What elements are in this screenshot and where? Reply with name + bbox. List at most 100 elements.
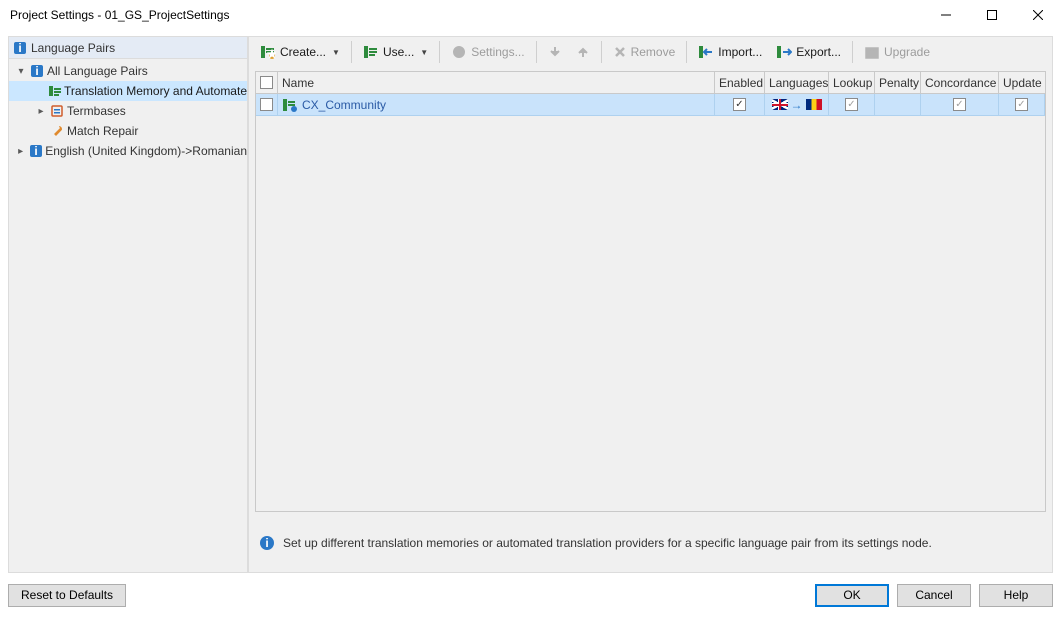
checkbox[interactable] (733, 98, 746, 111)
upgrade-button[interactable]: Upgrade (857, 39, 937, 65)
remove-button[interactable]: Remove (606, 39, 683, 65)
svg-text:i: i (265, 536, 268, 550)
info-text: Set up different translation memories or… (283, 536, 932, 550)
import-button[interactable]: Import... (691, 39, 769, 65)
twisty-icon[interactable]: ▸ (35, 106, 47, 117)
grid-header-row: Name Enabled Languages Lookup Penalty Co… (256, 72, 1045, 94)
row-lookup-cell[interactable] (829, 94, 875, 116)
button-label: Cancel (915, 588, 952, 602)
move-down-button[interactable] (541, 39, 569, 65)
toolbar: ★ Create... ▼ Use...▼ Settings... (249, 37, 1052, 67)
row-update-cell[interactable] (999, 94, 1045, 116)
tree-node-match-repair[interactable]: Match Repair (9, 121, 247, 141)
tree-label: All Language Pairs (47, 64, 148, 78)
arrow-right-icon: → (791, 98, 803, 112)
button-label: Use... (383, 45, 414, 59)
sidebar: i Language Pairs ▾ i All Language Pairs … (8, 36, 248, 573)
separator (439, 41, 440, 63)
col-lookup[interactable]: Lookup (829, 72, 875, 94)
svg-text:i: i (18, 41, 21, 55)
checkbox[interactable] (845, 98, 858, 111)
checkbox[interactable] (953, 98, 966, 111)
grid-row[interactable]: CX_Community → (256, 94, 1045, 116)
main-panel: ★ Create... ▼ Use...▼ Settings... (248, 36, 1053, 573)
button-label: Create... (280, 45, 326, 59)
tree-node-translation-memory[interactable]: Translation Memory and Automate (9, 81, 247, 101)
tree-label: Match Repair (67, 124, 138, 138)
svg-text:★: ★ (267, 47, 276, 60)
col-name[interactable]: Name (278, 72, 715, 94)
button-label: Upgrade (884, 45, 930, 59)
minimize-button[interactable] (923, 0, 969, 30)
termbase-icon (49, 103, 65, 119)
col-select-all[interactable] (256, 72, 278, 94)
checkbox[interactable] (260, 76, 273, 89)
chevron-down-icon: ▼ (330, 48, 340, 57)
tree-node-english-romanian[interactable]: ▸ i English (United Kingdom)->Romanian (9, 141, 247, 161)
lang-icon: i (28, 143, 43, 159)
use-button[interactable]: Use...▼ (356, 39, 435, 65)
twisty-icon[interactable]: ▾ (15, 66, 27, 77)
move-up-button[interactable] (569, 39, 597, 65)
tm-icon (48, 83, 62, 99)
button-label: Export... (796, 45, 841, 59)
checkbox[interactable] (1015, 98, 1028, 111)
import-icon (698, 44, 714, 60)
row-penalty-cell[interactable] (875, 94, 921, 116)
col-concordance[interactable]: Concordance (921, 72, 999, 94)
svg-text:i: i (35, 64, 38, 78)
col-penalty[interactable]: Penalty (875, 72, 921, 94)
export-button[interactable]: Export... (769, 39, 848, 65)
lang-icon: i (29, 63, 45, 79)
reset-defaults-button[interactable]: Reset to Defaults (8, 584, 126, 607)
window-title: Project Settings - 01_GS_ProjectSettings (10, 8, 923, 22)
ok-button[interactable]: OK (815, 584, 889, 607)
button-label: Import... (718, 45, 762, 59)
upgrade-icon (864, 44, 880, 60)
info-icon: i (259, 535, 275, 551)
help-button[interactable]: Help (979, 584, 1053, 607)
tree-node-all-language-pairs[interactable]: ▾ i All Language Pairs (9, 61, 247, 81)
row-name-label: CX_Community (302, 98, 386, 112)
x-icon (613, 45, 627, 59)
lang-icon: i (13, 41, 27, 55)
tm-grid: Name Enabled Languages Lookup Penalty Co… (255, 71, 1046, 512)
separator (601, 41, 602, 63)
info-bar: i Set up different translation memories … (255, 520, 1046, 566)
window-buttons (923, 0, 1061, 30)
tree-node-termbases[interactable]: ▸ Termbases (9, 101, 247, 121)
create-button[interactable]: ★ Create... ▼ (253, 39, 347, 65)
row-select-cell[interactable] (256, 94, 278, 116)
tree-label: Translation Memory and Automate (64, 84, 247, 98)
row-languages-cell: → (765, 94, 829, 116)
export-icon (776, 44, 792, 60)
tree-label: Termbases (67, 104, 126, 118)
checkbox[interactable] (260, 98, 273, 111)
col-languages[interactable]: Languages (765, 72, 829, 94)
tm-icon (363, 44, 379, 60)
separator (351, 41, 352, 63)
sidebar-header-label: Language Pairs (31, 41, 115, 55)
sidebar-header: i Language Pairs (9, 37, 247, 59)
flag-ro-icon (806, 99, 822, 110)
settings-button[interactable]: Settings... (444, 39, 531, 65)
separator (852, 41, 853, 63)
col-enabled[interactable]: Enabled (715, 72, 765, 94)
row-concordance-cell[interactable] (921, 94, 999, 116)
cancel-button[interactable]: Cancel (897, 584, 971, 607)
button-label: OK (843, 588, 860, 602)
col-update[interactable]: Update (999, 72, 1045, 94)
flag-uk-icon (772, 99, 788, 110)
arrow-up-icon (576, 45, 590, 59)
arrow-down-icon (548, 45, 562, 59)
row-enabled-cell[interactable] (715, 94, 765, 116)
twisty-icon[interactable]: ▸ (15, 146, 26, 157)
close-button[interactable] (1015, 0, 1061, 30)
tm-icon: ★ (260, 44, 276, 60)
titlebar: Project Settings - 01_GS_ProjectSettings (0, 0, 1061, 30)
button-label: Settings... (471, 45, 524, 59)
separator (536, 41, 537, 63)
maximize-button[interactable] (969, 0, 1015, 30)
separator (686, 41, 687, 63)
row-name-cell[interactable]: CX_Community (278, 94, 715, 116)
